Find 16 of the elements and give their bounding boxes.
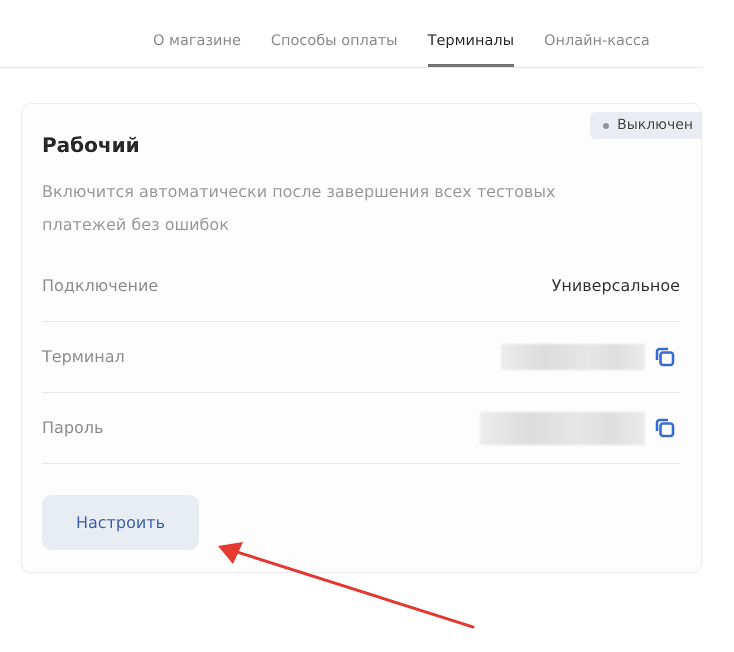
copy-button[interactable] — [655, 347, 675, 367]
card-title: Рабочий — [42, 133, 140, 157]
tab[interactable]: О магазине — [153, 0, 241, 67]
status-label: Выключен — [617, 116, 693, 135]
copy-icon — [655, 347, 675, 367]
row-value: Универсальное — [552, 275, 680, 297]
tab[interactable]: Онлайн-касса — [544, 0, 650, 67]
card-description: Включится автоматически после завершения всех тестовых платежей без ошибок — [42, 181, 556, 236]
tab[interactable]: Терминалы — [428, 0, 514, 67]
copy-icon — [655, 418, 675, 438]
setup-button[interactable]: Настроить — [42, 495, 199, 550]
copy-button[interactable] — [655, 418, 675, 438]
row-label: Пароль — [42, 417, 104, 439]
tab[interactable]: Способы оплаты — [270, 0, 398, 67]
row-label: Подключение — [42, 275, 158, 297]
row-label: Терминал — [42, 346, 125, 368]
